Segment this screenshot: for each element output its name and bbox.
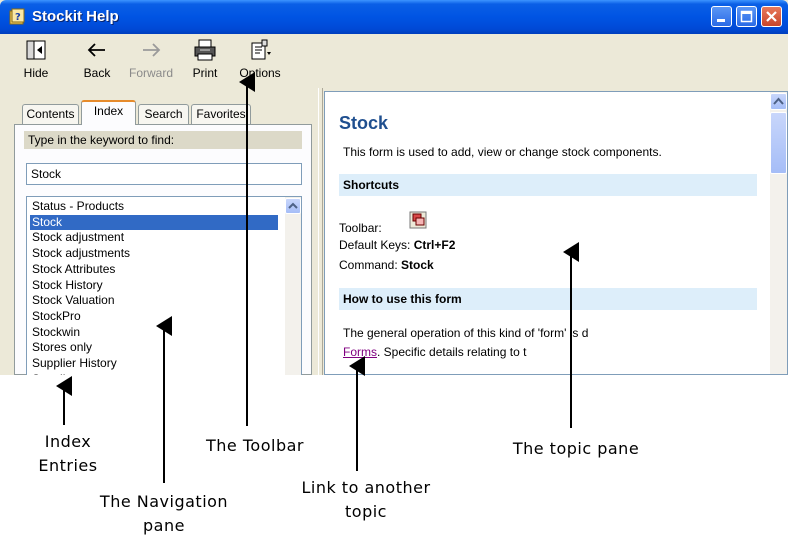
chevron-up-icon	[773, 97, 784, 105]
help-window: ? Stockit Help Hide Back Forward Print O…	[0, 0, 788, 375]
command-label: Command:	[339, 258, 398, 272]
default-keys-label: Default Keys:	[339, 238, 411, 252]
svg-text:?: ?	[15, 12, 21, 23]
toolbar: Hide Back Forward Print Options	[0, 34, 788, 88]
print-button[interactable]: Print	[188, 38, 222, 86]
label-index-entries: Index Entries	[28, 430, 108, 478]
index-entry[interactable]: Stockwin	[30, 325, 82, 340]
label-topic-pane: The topic pane	[500, 437, 652, 461]
toolbar-shortcut-text: Toolbar:	[339, 221, 382, 235]
minimize-button[interactable]	[711, 6, 732, 27]
close-icon	[766, 11, 777, 22]
chevron-up-icon	[288, 202, 298, 209]
topic-scroll-up-button[interactable]	[770, 93, 787, 110]
index-entry[interactable]: Status - Products	[30, 199, 126, 214]
topic-title: Stock	[339, 113, 389, 133]
printer-icon	[194, 39, 216, 61]
scroll-up-button[interactable]	[285, 198, 301, 214]
label-navigation-pane-line1: The Navigation	[99, 492, 229, 511]
label-link: Link to another topic	[289, 476, 443, 524]
forms-link[interactable]: Forms	[343, 345, 377, 359]
index-entry[interactable]: Stock Valuation	[30, 293, 117, 308]
how-to-paragraph-start: The general operation of this kind of 'f…	[343, 326, 589, 340]
label-topic-pane-line1: The topic pane	[512, 439, 640, 458]
tab-favorites[interactable]: Favorites	[191, 104, 251, 124]
topic-pane: Stock This form is used to add, view or …	[324, 91, 788, 375]
back-button[interactable]: Back	[79, 38, 115, 86]
index-entry[interactable]: Supplier History	[30, 356, 119, 371]
topic-scroll-thumb[interactable]	[770, 112, 787, 174]
keyword-input[interactable]: Stock	[26, 163, 302, 185]
tab-search[interactable]: Search	[138, 104, 189, 124]
help-book-icon: ?	[9, 8, 25, 25]
default-keys-value: Ctrl+F2	[413, 238, 456, 252]
tab-index[interactable]: Index	[81, 100, 136, 125]
forward-button[interactable]: Forward	[127, 38, 175, 86]
index-entry[interactable]: StockPro	[30, 309, 83, 324]
index-entry[interactable]: Suppliers	[30, 372, 84, 375]
label-toolbar: The Toolbar	[195, 434, 315, 458]
label-index-entries-line2: Entries	[38, 456, 98, 475]
back-arrow-icon	[87, 43, 105, 57]
tab-index-label: Index	[93, 104, 124, 118]
index-entry[interactable]: Stock	[30, 214, 278, 230]
hide-label: Hide	[23, 66, 49, 80]
shortcuts-heading: Shortcuts	[339, 174, 757, 196]
tab-search-label: Search	[144, 107, 183, 121]
maximize-icon	[740, 10, 753, 23]
stock-toolbar-icon	[409, 211, 427, 229]
maximize-button[interactable]	[736, 6, 757, 27]
index-entry[interactable]: Stock adjustments	[30, 246, 132, 261]
minimize-icon	[717, 19, 725, 22]
topic-scrollbar[interactable]	[770, 92, 787, 374]
how-to-paragraph-end: Forms. Specific details relating to t	[343, 345, 526, 359]
index-tab-panel: Type in the keyword to find: Stock Statu…	[14, 124, 312, 375]
tab-contents[interactable]: Contents	[22, 104, 79, 124]
close-button[interactable]	[761, 6, 782, 27]
topic-intro: This form is used to add, view or change…	[343, 145, 662, 159]
how-to-paragraph-tail: . Specific details relating to t	[377, 345, 527, 359]
options-icon	[251, 39, 271, 60]
keyword-label: Type in the keyword to find:	[24, 131, 302, 149]
index-entry[interactable]: Stores only	[30, 340, 94, 355]
options-label: Options	[239, 66, 281, 80]
forward-label: Forward	[128, 66, 173, 80]
hide-button[interactable]: Hide	[18, 38, 54, 86]
options-button[interactable]: Options	[236, 38, 284, 86]
label-navigation-pane: The Navigation pane	[86, 490, 242, 538]
hide-icon	[26, 40, 46, 60]
default-keys-line: Default Keys: Ctrl+F2	[339, 238, 455, 252]
index-entries-list[interactable]: Status - Products Stock Stock adjustment St…	[26, 196, 302, 375]
label-toolbar-line1: The Toolbar	[206, 436, 304, 455]
list-scrollbar[interactable]	[285, 197, 301, 375]
label-link-line2: topic	[345, 502, 387, 521]
how-to-heading: How to use this form	[339, 288, 757, 310]
index-entry[interactable]: Stock adjustment	[30, 230, 126, 245]
label-navigation-pane-line2: pane	[143, 516, 185, 535]
tab-favorites-label: Favorites	[196, 107, 246, 121]
command-value: Stock	[401, 258, 434, 272]
label-link-line1: Link to another	[301, 478, 431, 497]
cropped-edge	[625, 320, 787, 374]
label-index-entries-line1: Index	[44, 432, 92, 451]
pane-splitter[interactable]	[318, 88, 323, 375]
navigation-pane: Contents Index Search Favorites Type in …	[14, 98, 314, 375]
tab-contents-label: Contents	[26, 107, 75, 121]
window-title: Stockit Help	[32, 8, 119, 25]
command-line: Command: Stock	[339, 258, 434, 272]
toolbar-shortcut-label: Toolbar:	[339, 221, 382, 235]
print-label: Print	[192, 66, 218, 80]
forward-arrow-icon	[143, 43, 161, 57]
title-bar[interactable]: ? Stockit Help	[0, 0, 788, 34]
index-entry[interactable]: Stock Attributes	[30, 262, 117, 277]
back-label: Back	[83, 66, 111, 80]
index-entry[interactable]: Stock History	[30, 278, 105, 293]
